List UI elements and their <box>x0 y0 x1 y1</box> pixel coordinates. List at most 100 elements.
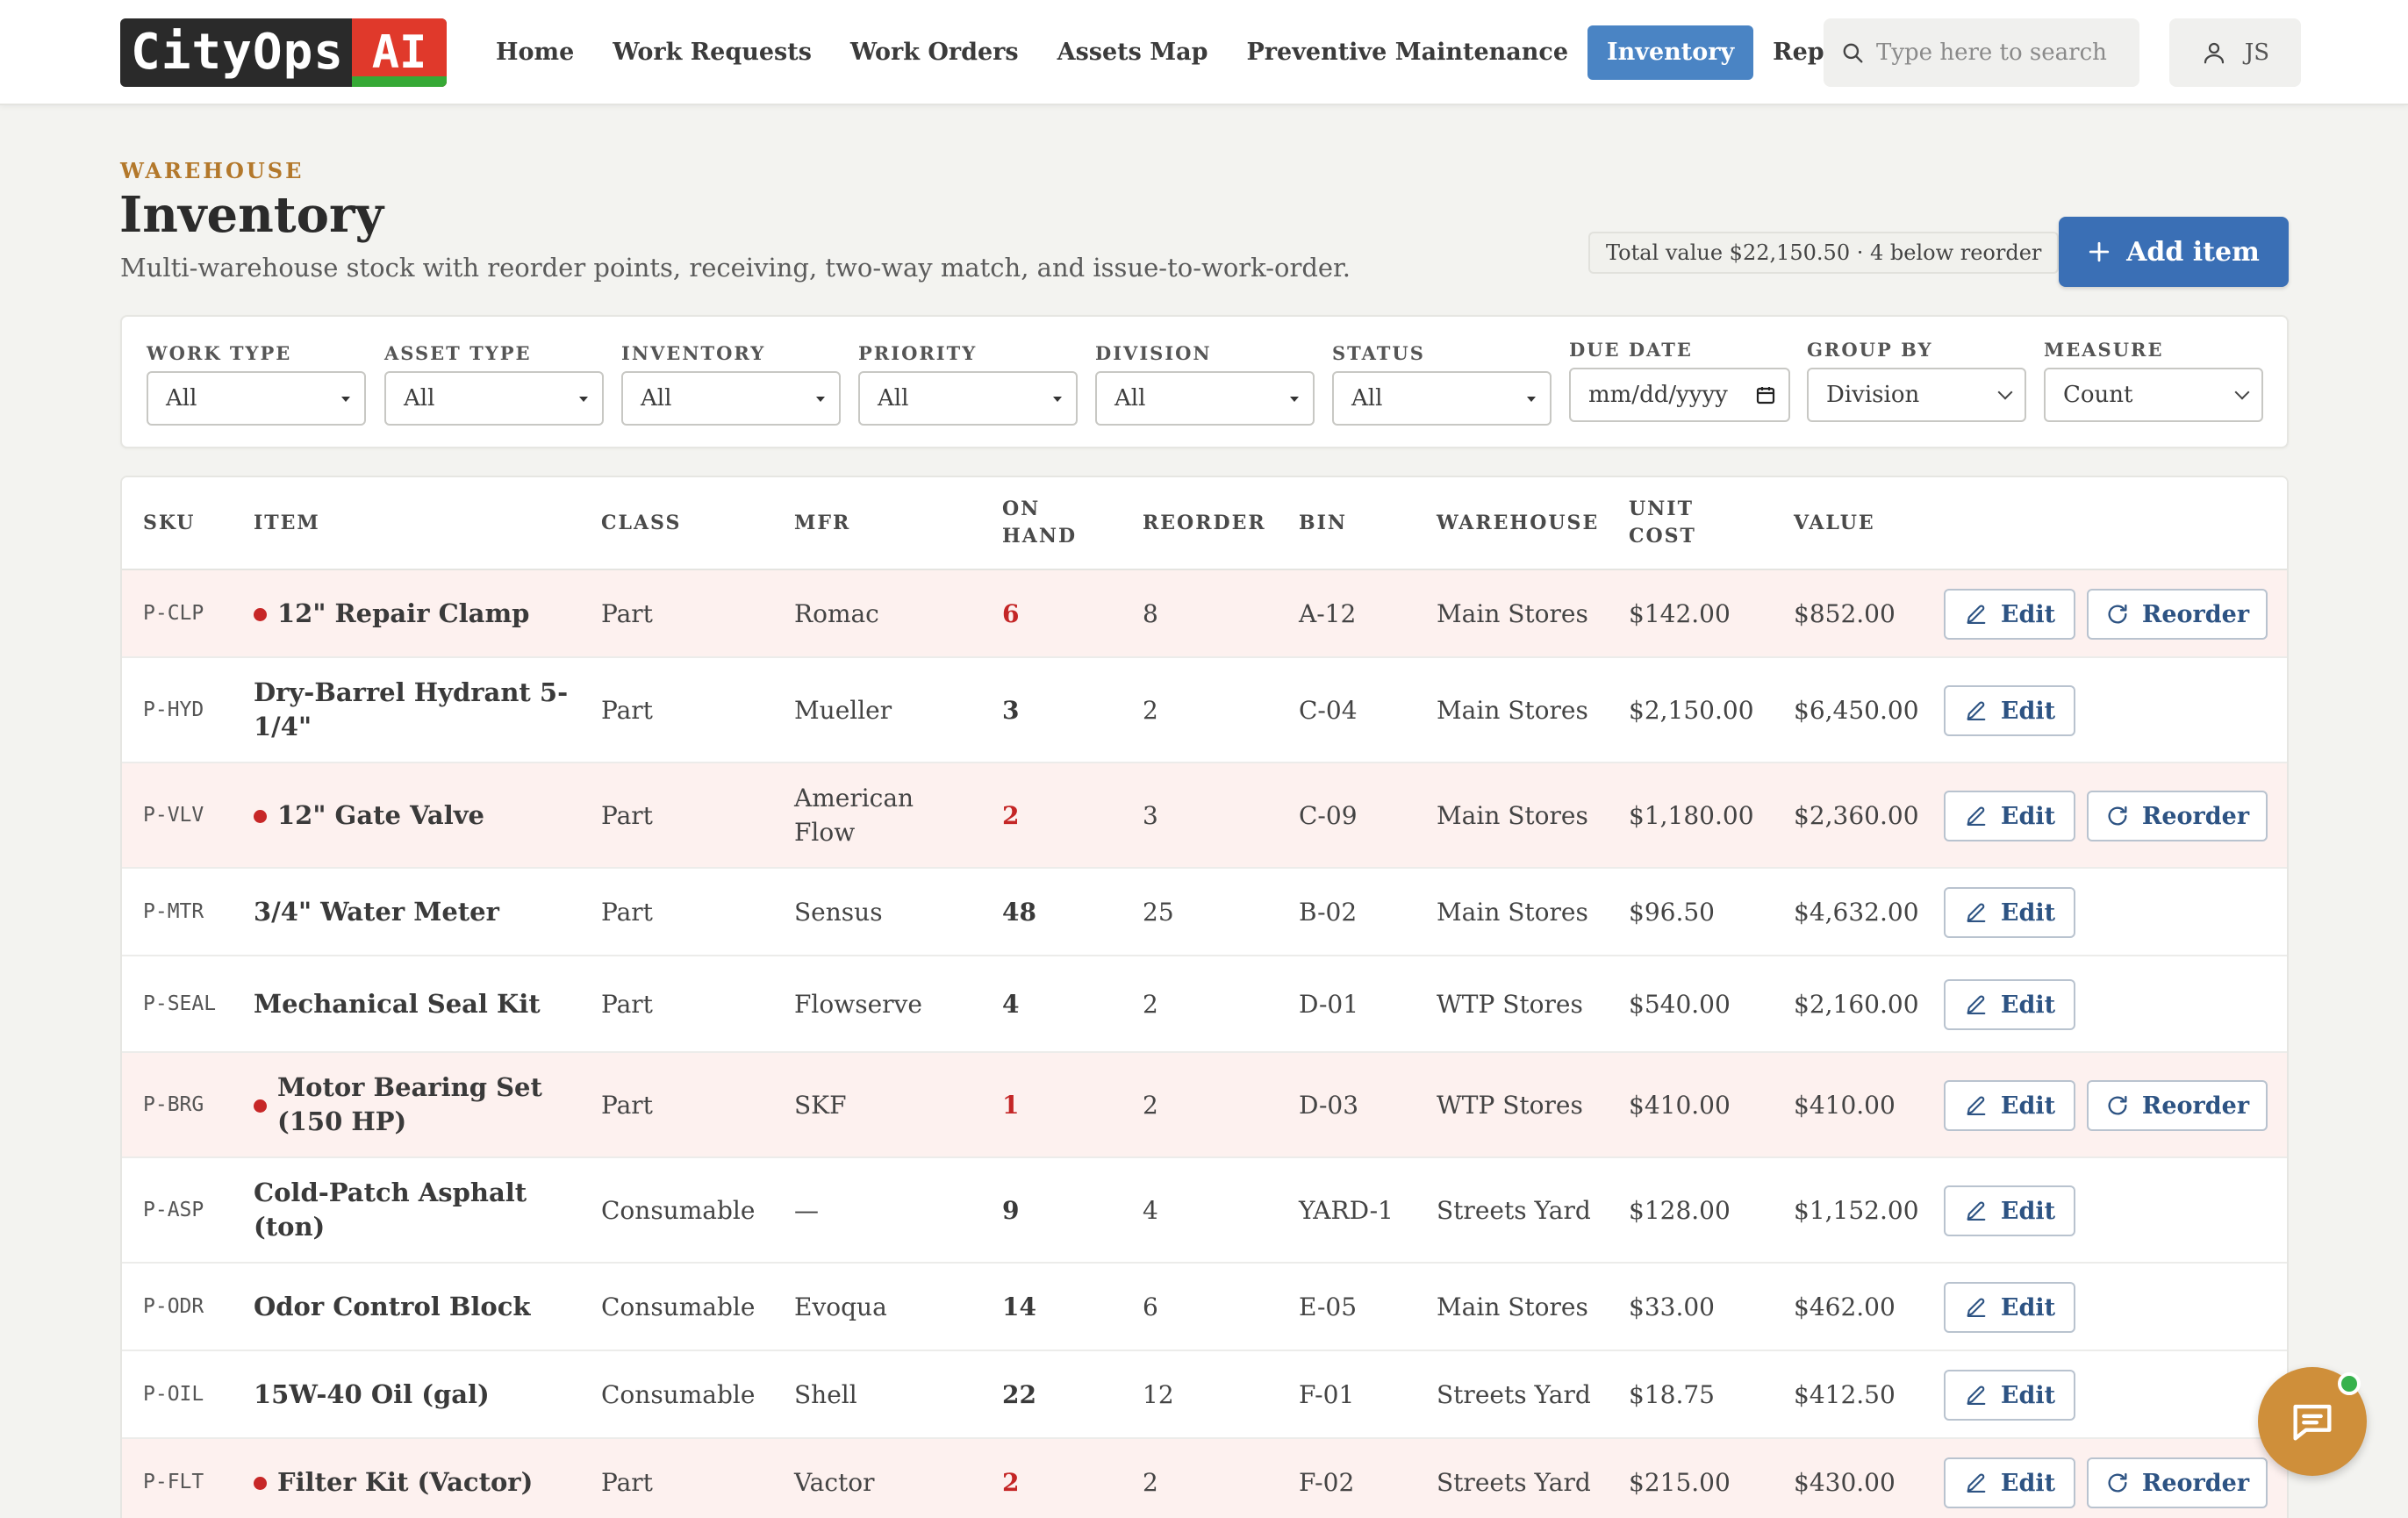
table-row[interactable]: P-SEAL Mechanical Seal Kit Part Flowserve 4 2… <box>122 956 2287 1053</box>
table-row[interactable]: P-VLV 12" Gate Valve Part American Flow 2 3 C-… <box>122 763 2287 869</box>
col-class[interactable]: CLASS <box>601 510 681 537</box>
logo-ai-text: AI <box>371 26 427 79</box>
refresh-icon <box>2108 806 2127 826</box>
table-row[interactable]: P-CLP 12" Repair Clamp Part Romac 6 8 A-12 Main… <box>122 570 2287 658</box>
nav-assets-map[interactable]: Assets Map <box>1038 25 1228 80</box>
priority-select[interactable]: All <box>858 371 1078 426</box>
cell-value: $430.00 <box>1794 1467 1896 1497</box>
cell-sku: P-HYD <box>143 698 204 721</box>
table-row[interactable]: P-MTR 3/4" Water Meter Part Sensus 48 25 B-02 M… <box>122 869 2287 956</box>
global-search[interactable] <box>1824 18 2139 87</box>
edit-button[interactable]: Edit <box>1944 979 2075 1030</box>
col-reorder[interactable]: REORDER <box>1143 510 1266 537</box>
col-mfr[interactable]: MFR <box>794 510 850 537</box>
cell-reorder: 4 <box>1143 1195 1158 1225</box>
cell-bin: D-01 <box>1299 989 1359 1019</box>
cell-unit-cost: $540.00 <box>1629 989 1731 1019</box>
group-by-select[interactable]: Division <box>1807 368 2026 422</box>
col-on-hand[interactable]: ON HAND <box>1002 496 1077 550</box>
reorder-button[interactable]: Reorder <box>2087 589 2268 640</box>
cell-mfr: Sensus <box>794 897 883 927</box>
search-input[interactable] <box>1876 39 2131 66</box>
col-sku[interactable]: SKU <box>143 510 195 537</box>
pencil-icon <box>1967 1096 1986 1115</box>
edit-button[interactable]: Edit <box>1944 1457 2075 1508</box>
caret-down-icon <box>341 397 350 402</box>
nav-inventory[interactable]: Inventory <box>1587 25 1754 80</box>
asset-type-select[interactable]: All <box>384 371 604 426</box>
due-date-input[interactable]: mm/dd/yyyy <box>1569 368 1790 422</box>
col-item[interactable]: ITEM <box>254 510 320 537</box>
filter-measure: MEASURE Count <box>2044 338 2263 422</box>
table-row[interactable]: P-HYD Dry-Barrel Hydrant 5-1/4" Part Muelle… <box>122 658 2287 763</box>
reorder-label: Reorder <box>2141 802 2250 830</box>
edit-button[interactable]: Edit <box>1944 791 2075 841</box>
nav-preventive-maintenance[interactable]: Preventive Maintenance <box>1228 25 1588 80</box>
user-menu-button[interactable]: JS <box>2169 18 2301 87</box>
cell-sku: P-ODR <box>143 1295 204 1318</box>
caret-down-icon <box>816 397 825 402</box>
cell-warehouse: Main Stores <box>1437 897 1588 927</box>
measure-select[interactable]: Count <box>2044 368 2263 422</box>
filter-label: WORK TYPE <box>147 342 292 364</box>
inventory-select[interactable]: All <box>621 371 841 426</box>
col-value[interactable]: VALUE <box>1794 510 1875 537</box>
cell-bin: C-04 <box>1299 695 1358 725</box>
edit-button[interactable]: Edit <box>1944 685 2075 736</box>
caret-down-icon <box>1053 397 1062 402</box>
below-reorder-indicator <box>254 1476 267 1490</box>
cell-warehouse: Main Stores <box>1437 1292 1588 1321</box>
item-name: 12" Gate Valve <box>277 799 485 830</box>
cell-on-hand: 2 <box>1002 1467 1020 1497</box>
filter-inventory: INVENTORY All <box>621 338 841 426</box>
filter-division: DIVISION All <box>1095 338 1315 426</box>
cell-unit-cost: $2,150.00 <box>1629 695 1754 725</box>
cell-warehouse: Streets Yard <box>1437 1195 1591 1225</box>
cell-value: $410.00 <box>1794 1090 1896 1120</box>
caret-down-icon <box>1290 397 1299 402</box>
calendar-icon[interactable] <box>1755 384 1776 405</box>
cell-mfr: Romac <box>794 598 879 628</box>
reorder-button[interactable]: Reorder <box>2087 791 2268 841</box>
edit-button[interactable]: Edit <box>1944 1282 2075 1333</box>
refresh-icon <box>2108 1472 2127 1493</box>
table-row[interactable]: P-OIL 15W-40 Oil (gal) Consumable Shell 22 12… <box>122 1351 2287 1439</box>
add-item-button[interactable]: Add item <box>2059 217 2289 287</box>
status-select[interactable]: All <box>1332 371 1552 426</box>
cell-reorder: 12 <box>1143 1379 1174 1409</box>
table-row[interactable]: P-BRG Motor Bearing Set (150 HP) Part SKF 1 2… <box>122 1053 2287 1158</box>
cell-mfr: — <box>794 1195 819 1225</box>
division-select[interactable]: All <box>1095 371 1315 426</box>
edit-button[interactable]: Edit <box>1944 589 2075 640</box>
cityops-logo[interactable]: CityOps AI <box>120 18 447 87</box>
cell-item: 12" Repair Clamp <box>254 570 570 656</box>
col-warehouse[interactable]: WAREHOUSE <box>1437 510 1599 537</box>
edit-label: Edit <box>2000 1197 2056 1225</box>
refresh-icon <box>2108 604 2127 624</box>
filter-work-type: WORK TYPE All <box>147 338 366 426</box>
edit-button[interactable]: Edit <box>1944 1080 2075 1131</box>
add-item-label: Add item <box>2126 236 2260 268</box>
edit-button[interactable]: Edit <box>1944 1370 2075 1421</box>
filter-asset-type: ASSET TYPE All <box>384 338 604 426</box>
nav-home[interactable]: Home <box>477 25 593 80</box>
reorder-button[interactable]: Reorder <box>2087 1080 2268 1131</box>
edit-button[interactable]: Edit <box>1944 887 2075 938</box>
filter-due-date: DUE DATE mm/dd/yyyy <box>1569 338 1790 422</box>
table-row[interactable]: P-ODR Odor Control Block Consumable Evoqua 1… <box>122 1264 2287 1351</box>
col-bin[interactable]: BIN <box>1299 510 1347 537</box>
filter-label: GROUP BY <box>1807 339 1933 361</box>
cell-bin: D-03 <box>1299 1090 1359 1120</box>
table-row[interactable]: P-FLT Filter Kit (Vactor) Part Vactor 2 2 F-02… <box>122 1439 2287 1518</box>
nav-work-orders[interactable]: Work Orders <box>831 25 1038 80</box>
cell-value: $2,360.00 <box>1794 800 1919 830</box>
cell-mfr: Mueller <box>794 695 892 725</box>
reorder-button[interactable]: Reorder <box>2087 1457 2268 1508</box>
edit-button[interactable]: Edit <box>1944 1185 2075 1236</box>
table-row[interactable]: P-ASP Cold-Patch Asphalt (ton) Consumable —… <box>122 1158 2287 1264</box>
work-type-select[interactable]: All <box>147 371 366 426</box>
nav-work-requests[interactable]: Work Requests <box>593 25 831 80</box>
table-header: SKU ITEM CLASS MFR ON HAND REORDER BIN W… <box>122 477 2287 570</box>
cell-unit-cost: $410.00 <box>1629 1090 1731 1120</box>
col-unit-cost[interactable]: UNIT COST <box>1629 496 1696 550</box>
